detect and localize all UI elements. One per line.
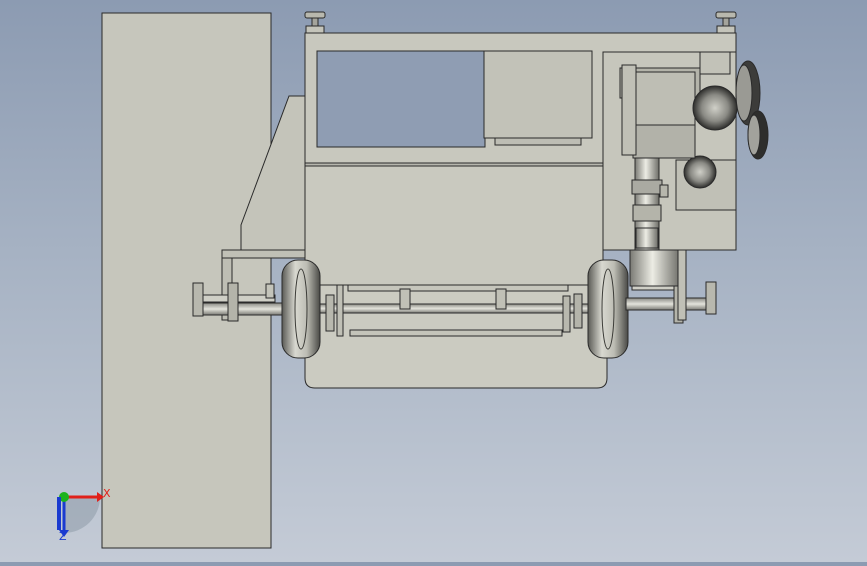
center-axle	[319, 303, 589, 314]
motor-pulley	[692, 85, 738, 131]
right-axle-shaft	[625, 297, 715, 311]
right-mount-foot	[715, 11, 737, 19]
right-wheel	[587, 259, 629, 359]
frame-cover-panel	[483, 50, 593, 139]
left-bracket	[221, 249, 306, 259]
axis-x-label: X	[103, 487, 111, 500]
axis-z-label: Z	[59, 530, 67, 543]
motor-block	[632, 71, 696, 128]
lower-body	[304, 162, 604, 286]
cad-graphics-viewport[interactable]: X Z	[0, 0, 867, 562]
side-plate	[101, 12, 272, 549]
left-wheel	[281, 259, 321, 359]
frame-window	[316, 50, 486, 148]
machine-model-view[interactable]	[0, 0, 867, 562]
left-mount-foot	[304, 11, 326, 19]
